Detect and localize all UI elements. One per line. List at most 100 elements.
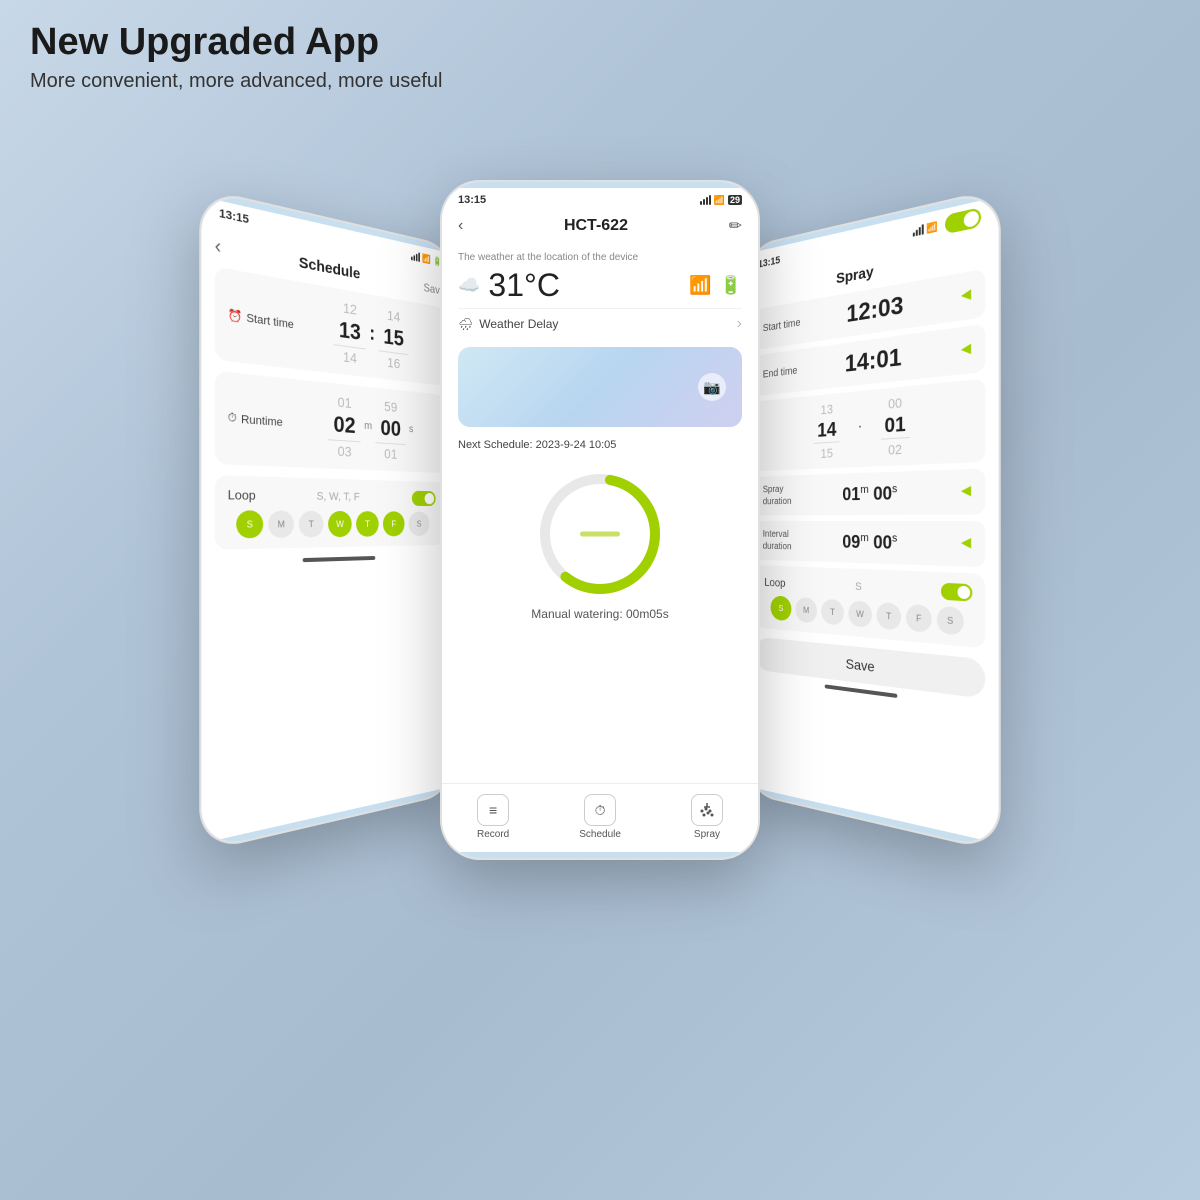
end-time-value: 14:01: [845, 343, 902, 378]
day-S2[interactable]: S: [409, 511, 430, 536]
center-status-time: 13:15: [458, 194, 486, 206]
left-home-indicator: [303, 556, 376, 562]
runtime-s-col: 59 00 01: [376, 397, 406, 462]
runtime-picker: ⏱ Runtime 01 02 03 m 59: [215, 371, 445, 473]
runtime-h-top: 01: [338, 394, 352, 411]
min-top: 14: [387, 307, 400, 324]
day-W[interactable]: W: [328, 511, 352, 537]
time-picker-cols: 12 13 14 : 14 15 16: [302, 292, 436, 375]
start-time-label-group: ⏰ Start time: [228, 308, 294, 332]
right-day-S[interactable]: S: [771, 595, 792, 621]
record-label: Record: [477, 829, 509, 840]
hour-main: 13: [334, 316, 366, 349]
end-time-arrow[interactable]: ◄: [958, 339, 975, 361]
start-time-label: Start time: [763, 317, 801, 334]
runtime-label: Runtime: [241, 413, 283, 429]
app-subtitle: More convenient, more advanced, more use…: [30, 70, 442, 93]
right-day-M[interactable]: M: [795, 597, 817, 623]
center-phone-bottom-bar: [442, 852, 758, 858]
watering-circle[interactable]: [535, 469, 665, 599]
center-nav: ‹ HCT-622 ✏: [442, 212, 758, 244]
runtime-s-bot: 01: [384, 446, 397, 462]
runtime-cols: 01 02 03 m 59 00 01 s: [302, 390, 436, 463]
day-T1[interactable]: T: [299, 511, 324, 538]
right-phone-screen: 13:15 📶 ‹ Spray: [746, 197, 999, 844]
interval-duration-arrow[interactable]: ◄: [958, 534, 975, 554]
center-signal-icon: [700, 195, 711, 205]
hour-top: 12: [343, 300, 357, 318]
runtime-label-group: ⏱ Runtime: [228, 411, 294, 430]
right-loop-box: Loop S S M T W T F S: [755, 565, 985, 648]
center-battery-icon: 29: [728, 195, 742, 205]
loop-toggle[interactable]: [412, 491, 436, 506]
schedule-icon: ⏱: [584, 794, 616, 826]
header: New Upgraded App More convenient, more a…: [30, 20, 442, 93]
center-phone-screen: 13:15 📶 29 ‹ HCT-622 ✏: [442, 188, 758, 852]
spray-power-toggle[interactable]: [945, 207, 981, 234]
right-loop-day: S: [855, 581, 862, 593]
schedule-label: Schedule: [579, 829, 621, 840]
left-phone: 13:15 📶 🔋 ‹ Schedule Save: [199, 187, 455, 853]
runtime-h-col: 01 02 03: [328, 393, 360, 460]
spray-duration-arrow[interactable]: ◄: [958, 482, 975, 502]
center-wifi-icon: 📶: [714, 195, 725, 206]
right-loop-toggle[interactable]: [941, 583, 972, 602]
end-time-label: End time: [763, 365, 798, 380]
chevron-right-icon: ›: [737, 315, 742, 333]
nav-spray[interactable]: Spray: [691, 794, 723, 840]
interval-duration-label: Intervalduration: [763, 528, 792, 553]
center-back-icon[interactable]: ‹: [458, 217, 463, 235]
right-signal-icon: [913, 224, 924, 237]
camera-icon[interactable]: 📷: [698, 373, 726, 401]
runtime-h-main: 02: [328, 411, 360, 442]
weather-subtitle: The weather at the location of the devic…: [458, 252, 742, 263]
right-day-T1[interactable]: T: [821, 599, 844, 626]
right-wifi-icon: 📶: [927, 220, 938, 234]
day-F[interactable]: F: [383, 511, 405, 536]
loop-days-text: S, W, T, F: [317, 490, 360, 503]
timer-icon: ⏱: [228, 411, 237, 426]
wifi-icon: 📶: [422, 253, 431, 265]
right-day-F[interactable]: F: [906, 604, 932, 633]
right-phone: 13:15 📶 ‹ Spray: [745, 187, 1001, 853]
center-edit-icon[interactable]: ✏: [729, 216, 742, 236]
days-row: S M T W T F S: [228, 510, 436, 538]
interval-duration-row: Intervalduration 09m 00s ◄: [755, 521, 985, 567]
nav-schedule[interactable]: ⏱ Schedule: [579, 794, 621, 840]
runtime-h-bot: 03: [338, 443, 352, 460]
runtime-s-main: 00: [376, 415, 406, 445]
min-main: 15: [379, 323, 409, 355]
bottom-nav: ≡ Record ⏱ Schedule: [442, 783, 758, 852]
start-time-value: 12:03: [846, 292, 903, 329]
runtime-row: ⏱ Runtime 01 02 03 m 59: [228, 383, 436, 464]
spray-duration-row: Sprayduration 01m 00s ◄: [755, 468, 985, 515]
watering-minus-icon: [580, 532, 620, 537]
runtime-s-unit: s: [409, 423, 413, 440]
spray-duration-value: 01m 00s: [842, 482, 897, 504]
time-colon: :: [369, 323, 375, 350]
day-M[interactable]: M: [268, 510, 294, 537]
weather-delay-label: 🌧 Weather Delay: [458, 317, 558, 331]
right-day-S2[interactable]: S: [937, 606, 964, 636]
hour-col: 12 13 14: [334, 298, 366, 367]
day-S[interactable]: S: [236, 510, 263, 538]
app-title: New Upgraded App: [30, 20, 442, 66]
weather-section: The weather at the location of the devic…: [442, 244, 758, 347]
right-day-T2[interactable]: T: [877, 602, 902, 630]
min-bot: 16: [387, 354, 400, 371]
right-day-W[interactable]: W: [848, 600, 872, 628]
battery-full-icon: 🔋: [720, 275, 742, 296]
start-time-arrow[interactable]: ◄: [958, 285, 975, 307]
loop-header: Loop S, W, T, F: [228, 486, 436, 506]
left-schedule-screen: ‹ Schedule Save ⏰ Start time 12: [201, 223, 454, 550]
interval-duration-value: 09m 00s: [842, 531, 897, 553]
right-status-time: 13:15: [758, 255, 780, 271]
left-status-time: 13:15: [219, 207, 249, 226]
loop-label: Loop: [228, 487, 256, 503]
day-T2[interactable]: T: [356, 511, 379, 537]
nav-record[interactable]: ≡ Record: [477, 794, 509, 840]
next-schedule: Next Schedule: 2023-9-24 10:05: [442, 435, 758, 459]
weather-delay-row[interactable]: 🌧 Weather Delay ›: [458, 308, 742, 339]
clock-icon: ⏰: [228, 308, 243, 324]
spray-screen: ‹ Spray Start time 12:03 ◄ End time: [746, 230, 999, 701]
